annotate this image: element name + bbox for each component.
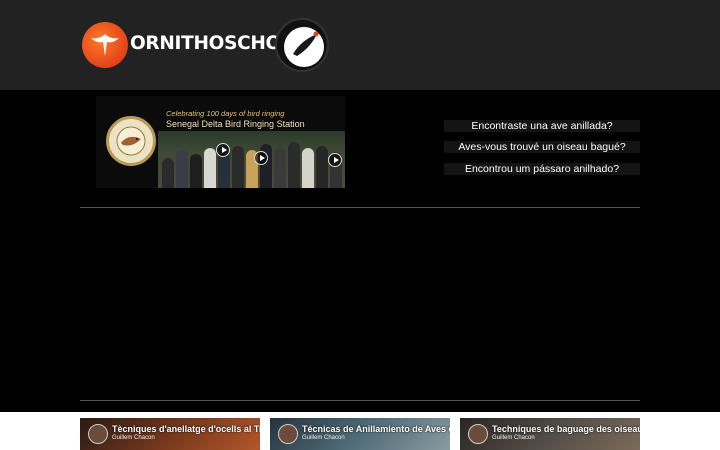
ornithoschool-logo-icon[interactable] [82,22,128,68]
banner-caption: Celebrating 100 days of bird ringing [166,109,285,118]
link-spanish-ringed-bird[interactable]: Encontraste una ave anillada? [444,120,640,132]
banner-title: Senegal Delta Bird Ringing Station [166,119,305,129]
bird-observatory-network-logo-icon[interactable] [275,18,329,72]
divider [80,400,640,401]
video-card[interactable]: Techniques de baguage des oiseau Guillem… [460,418,640,450]
senegal-ringing-banner[interactable]: Celebrating 100 days of bird ringing Sen… [96,96,345,188]
video-author[interactable]: Guillem Chacon [302,435,345,441]
video-title[interactable]: Tècniques d'anellatge d'ocells al Tr [112,424,260,434]
channel-avatar[interactable] [88,424,108,444]
video-card[interactable]: Tècniques d'anellatge d'ocells al Tr Gui… [80,418,260,450]
group-photo [158,131,345,188]
play-icon[interactable] [216,143,230,157]
channel-avatar[interactable] [278,424,298,444]
ringing-station-badge-icon [106,116,156,166]
play-icon[interactable] [254,151,268,165]
video-title[interactable]: Techniques de baguage des oiseau [492,424,640,434]
video-author[interactable]: Guillem Chacon [492,435,535,441]
video-card[interactable]: Técnicas de Anillamiento de Aves e Guill… [270,418,450,450]
link-portuguese-ringed-bird[interactable]: Encontrou um pássaro anilhado? [444,163,640,175]
site-header: ORNITHOSCHOOL [0,0,720,90]
divider [80,207,640,208]
video-title[interactable]: Técnicas de Anillamiento de Aves e [302,424,450,434]
link-french-ringed-bird[interactable]: Aves-vous trouvé un oiseau bagué? [444,141,640,153]
channel-avatar[interactable] [468,424,488,444]
video-author[interactable]: Guillem Chacon [112,435,155,441]
play-icon[interactable] [328,153,342,167]
